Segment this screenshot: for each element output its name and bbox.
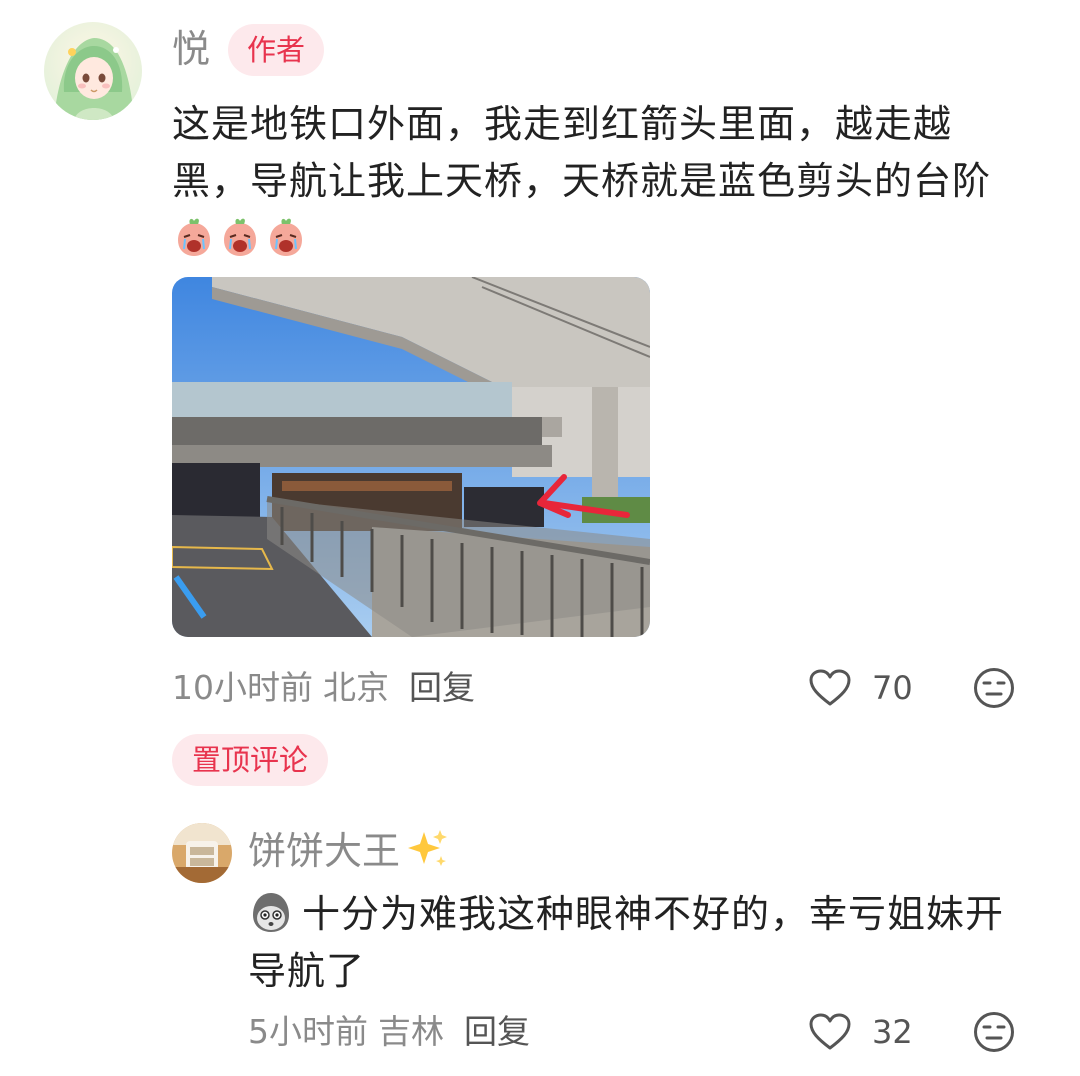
avatar[interactable] bbox=[172, 823, 232, 883]
comment-text-content: 这是地铁口外面，我走到红箭头里面，越走越黑，导航让我上天桥，天桥就是蓝色剪头的台… bbox=[172, 102, 992, 203]
crying-peach-emoji bbox=[172, 215, 216, 259]
comment-location: 吉林 bbox=[378, 1012, 444, 1051]
comment-text: 十分为难我这种眼神不好的，幸亏姐妹开导航了 bbox=[248, 886, 1038, 1000]
crying-peach-emoji bbox=[264, 215, 308, 259]
reply-button[interactable]: 回复 bbox=[464, 1012, 530, 1051]
comment-location: 北京 bbox=[323, 668, 389, 707]
comment-photo[interactable] bbox=[172, 277, 650, 637]
sparkles-emoji bbox=[404, 826, 450, 872]
username[interactable]: 悦 bbox=[172, 26, 210, 72]
comment-meta: 10小时前 北京 回复 bbox=[172, 668, 475, 708]
username[interactable]: 饼饼大王 bbox=[248, 826, 450, 874]
neutral-face-icon bbox=[974, 668, 1014, 708]
username-text: 饼饼大王 bbox=[248, 829, 401, 873]
like-button[interactable] bbox=[808, 668, 852, 712]
comment-time: 10小时前 bbox=[172, 668, 313, 707]
like-count: 70 bbox=[872, 669, 913, 707]
reply-button[interactable]: 回复 bbox=[409, 668, 475, 707]
dislike-button[interactable] bbox=[973, 667, 1015, 713]
crying-peach-emoji bbox=[218, 215, 262, 259]
comment-text: 这是地铁口外面，我走到红箭头里面，越走越黑，导航让我上天桥，天桥就是蓝色剪头的台… bbox=[172, 96, 1022, 267]
comment-time: 5小时前 bbox=[248, 1012, 368, 1051]
like-button[interactable] bbox=[808, 1012, 852, 1056]
like-count: 32 bbox=[872, 1013, 913, 1051]
heart-icon bbox=[809, 669, 851, 706]
dislike-button[interactable] bbox=[973, 1011, 1015, 1057]
comment-text-content: 十分为难我这种眼神不好的，幸亏姐妹开导航了 bbox=[248, 892, 1005, 993]
gray-face-emoji bbox=[248, 889, 294, 935]
comment-meta: 5小时前 吉林 回复 bbox=[248, 1012, 530, 1052]
neutral-face-icon bbox=[974, 1012, 1014, 1052]
avatar[interactable] bbox=[44, 22, 142, 120]
pinned-comment-badge: 置顶评论 bbox=[172, 734, 328, 786]
heart-icon bbox=[809, 1013, 851, 1050]
author-badge: 作者 bbox=[228, 24, 324, 76]
